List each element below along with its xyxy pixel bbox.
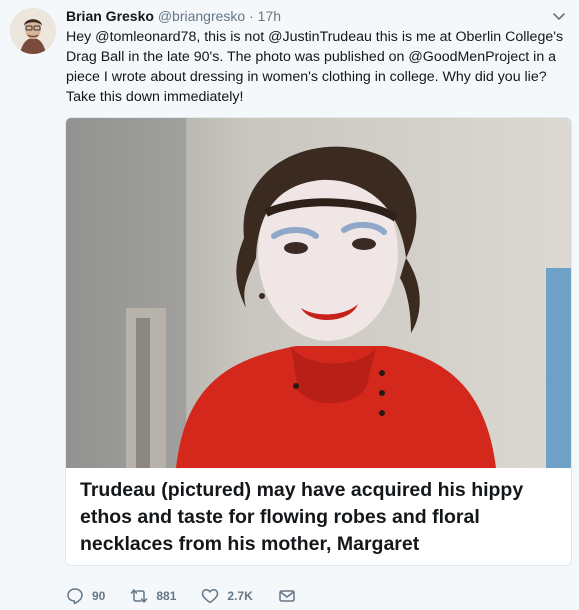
reply-button[interactable]: 90 — [66, 587, 105, 605]
link-card[interactable]: Trudeau (pictured) may have acquired his… — [65, 117, 572, 566]
timestamp[interactable]: 17h — [258, 8, 281, 24]
card-headline[interactable]: Trudeau (pictured) may have acquired his… — [80, 477, 560, 558]
like-button[interactable]: 2.7K — [201, 587, 253, 605]
envelope-icon — [279, 590, 295, 602]
tweet-text-line: Take this down immediately! — [66, 89, 244, 105]
separator: · — [249, 8, 254, 24]
retweet-button[interactable]: 881 — [130, 587, 176, 605]
card-photo — [66, 118, 571, 468]
heart-icon — [202, 589, 219, 604]
avatar-image — [10, 8, 56, 54]
tweet-text-line: Drag Ball in the late 90's. The photo wa… — [66, 49, 557, 65]
tweet-header: Brian Gresko @briangresko · 17h — [66, 8, 281, 24]
card-headline-line: ethos and taste for flowing robes and fl… — [80, 506, 480, 528]
tweet: Brian Gresko @briangresko · 17h Hey @tom… — [0, 0, 579, 610]
card-headline-line: Trudeau (pictured) may have acquired his… — [80, 479, 524, 501]
chevron-down-icon[interactable] — [551, 8, 567, 24]
tweet-text: Hey @tomleonard78, this is not @JustinTr… — [66, 27, 571, 107]
retweet-count: 881 — [156, 589, 177, 603]
author-handle[interactable]: @briangresko — [158, 8, 245, 24]
tweet-text-line: Hey @tomleonard78, this is not @JustinTr… — [66, 29, 564, 45]
retweet-icon — [131, 589, 148, 603]
card-headline-line: necklaces from his mother, Margaret — [80, 533, 420, 555]
author-name[interactable]: Brian Gresko — [66, 8, 154, 24]
tweet-actions: 90 881 2.7K — [66, 586, 329, 606]
like-count: 2.7K — [227, 589, 253, 603]
direct-message-button[interactable] — [278, 587, 304, 605]
avatar[interactable] — [10, 8, 56, 54]
tweet-text-line: piece I wrote about dressing in women's … — [66, 69, 547, 85]
reply-icon — [67, 588, 83, 605]
reply-count: 90 — [92, 589, 106, 603]
